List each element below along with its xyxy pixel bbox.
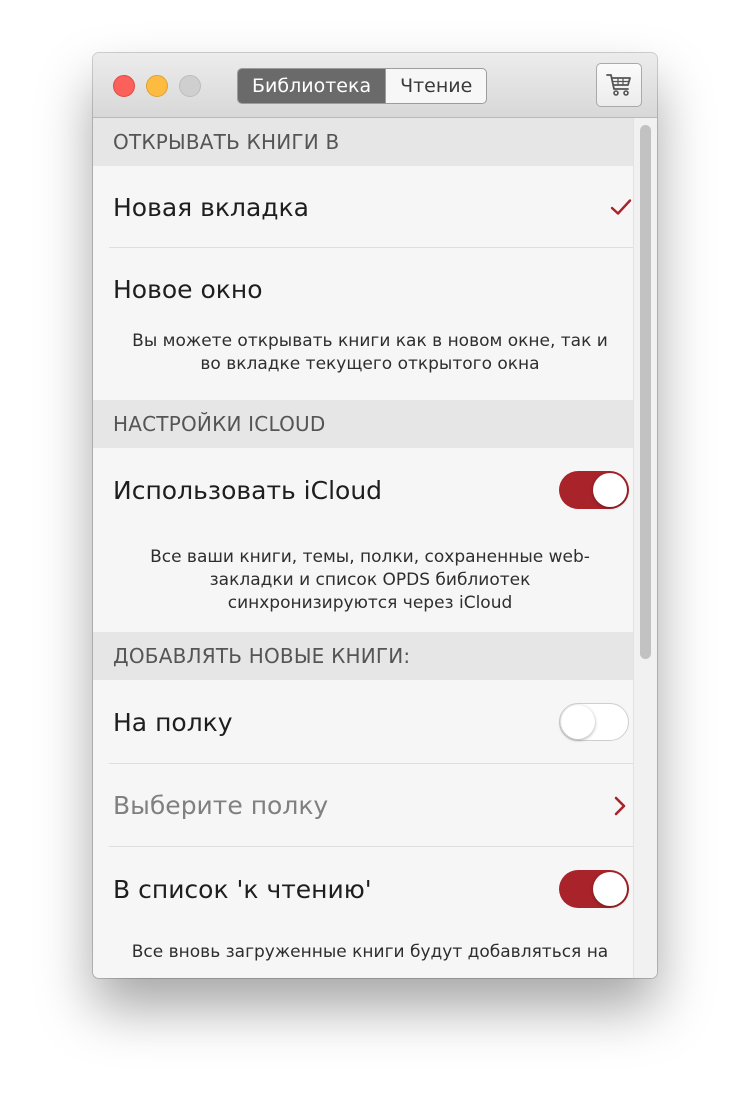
scrollbar[interactable] — [633, 118, 657, 978]
preferences-window: Библиотека Чтение ОТКРЫВАТЬ КНИГИ В Нова… — [93, 53, 657, 978]
tab-library[interactable]: Библиотека — [238, 69, 386, 103]
titlebar: Библиотека Чтение — [93, 53, 657, 118]
option-new-window-label: Новое окно — [113, 274, 263, 304]
checkmark-icon — [610, 199, 632, 215]
settings-content: ОТКРЫВАТЬ КНИГИ В Новая вкладка Новое ок… — [93, 118, 633, 978]
shelf-toggle[interactable] — [559, 703, 629, 741]
scrollbar-thumb[interactable] — [640, 125, 651, 659]
option-choose-shelf[interactable]: Выберите полку — [93, 764, 633, 847]
option-choose-shelf-label: Выберите полку — [113, 791, 329, 820]
tab-reading[interactable]: Чтение — [385, 69, 486, 103]
option-new-tab[interactable]: Новая вкладка — [93, 166, 633, 248]
option-use-icloud-label: Использовать iCloud — [113, 475, 383, 505]
icloud-toggle[interactable] — [559, 471, 629, 509]
option-to-shelf: На полку — [93, 680, 633, 764]
toggle-knob — [561, 704, 595, 739]
zoom-button[interactable] — [179, 75, 201, 97]
open-books-footnote: Вы можете открывать книги как в новом ок… — [132, 331, 608, 374]
cart-button[interactable] — [596, 63, 642, 107]
option-to-reading-list: В список 'к чтению' — [93, 847, 633, 931]
cart-icon — [606, 74, 631, 96]
close-button[interactable] — [113, 75, 135, 97]
section-header-open-books: ОТКРЫВАТЬ КНИГИ В — [93, 118, 633, 166]
option-new-window[interactable]: Новое окно — [93, 248, 633, 330]
section-header-add-books: ДОБАВЛЯТЬ НОВЫЕ КНИГИ: — [93, 632, 633, 680]
section-header-icloud: НАСТРОЙКИ ICLOUD — [93, 400, 633, 448]
icloud-footnote: Все ваши книги, темы, полки, сохраненные… — [150, 547, 590, 613]
tab-switcher: Библиотека Чтение — [237, 68, 488, 104]
option-new-tab-label: Новая вкладка — [113, 192, 309, 222]
option-to-reading-list-label: В список 'к чтению' — [113, 874, 372, 904]
option-use-icloud: Использовать iCloud — [93, 448, 633, 532]
minimize-button[interactable] — [146, 75, 168, 97]
toggle-knob — [593, 473, 627, 507]
chevron-right-icon — [614, 796, 626, 815]
option-to-shelf-label: На полку — [113, 707, 233, 737]
add-books-footnote: Все вновь загруженные книги будут добавл… — [131, 942, 609, 962]
toggle-knob — [593, 872, 627, 906]
reading-list-toggle[interactable] — [559, 870, 629, 908]
